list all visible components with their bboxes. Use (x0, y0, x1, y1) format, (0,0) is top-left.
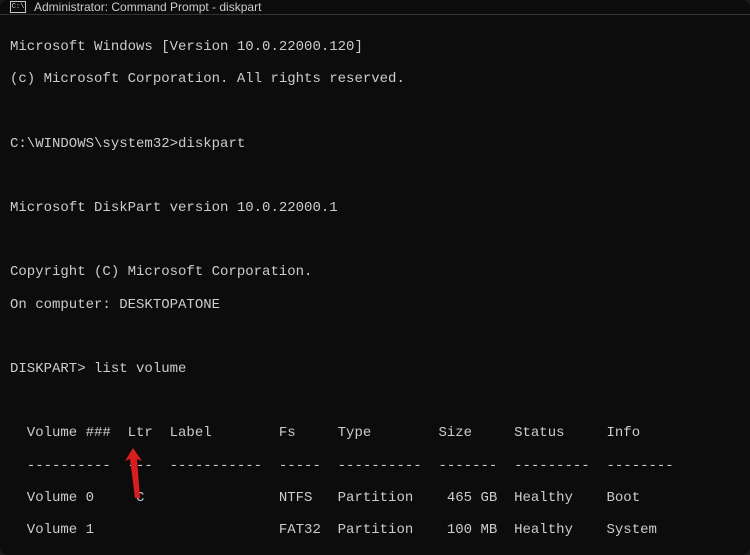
prompt-line: C:\WINDOWS\system32>diskpart (10, 136, 740, 152)
command-prompt-window: C:\ Administrator: Command Prompt - disk… (0, 0, 750, 555)
prompt-line: DISKPART> list volume (10, 361, 740, 377)
prompt-path: C:\WINDOWS\system32> (10, 136, 178, 152)
copyright-line: (c) Microsoft Corporation. All rights re… (10, 71, 740, 87)
blank-line (10, 329, 740, 345)
blank-line (10, 232, 740, 248)
command-text: diskpart (178, 136, 245, 152)
version-line: Microsoft Windows [Version 10.0.22000.12… (10, 39, 740, 55)
diskpart-computer: On computer: DESKTOPATONE (10, 297, 740, 313)
table-divider: ---------- --- ----------- ----- -------… (10, 458, 740, 474)
blank-line (10, 168, 740, 184)
diskpart-version: Microsoft DiskPart version 10.0.22000.1 (10, 200, 740, 216)
blank-line (10, 103, 740, 119)
table-row: Volume 1 FAT32 Partition 100 MB Healthy … (10, 522, 740, 538)
cmd-icon: C:\ (10, 1, 26, 13)
blank-line (10, 393, 740, 409)
table-header: Volume ### Ltr Label Fs Type Size Status… (10, 425, 740, 441)
titlebar[interactable]: C:\ Administrator: Command Prompt - disk… (0, 0, 750, 15)
window-title: Administrator: Command Prompt - diskpart (34, 0, 261, 14)
diskpart-copyright: Copyright (C) Microsoft Corporation. (10, 264, 740, 280)
table-row: Volume 0 C NTFS Partition 465 GB Healthy… (10, 490, 740, 506)
command-text: list volume (94, 361, 186, 377)
diskpart-prompt: DISKPART> (10, 361, 94, 377)
cmd-icon-text: C:\ (12, 4, 25, 11)
terminal-output[interactable]: Microsoft Windows [Version 10.0.22000.12… (0, 15, 750, 555)
